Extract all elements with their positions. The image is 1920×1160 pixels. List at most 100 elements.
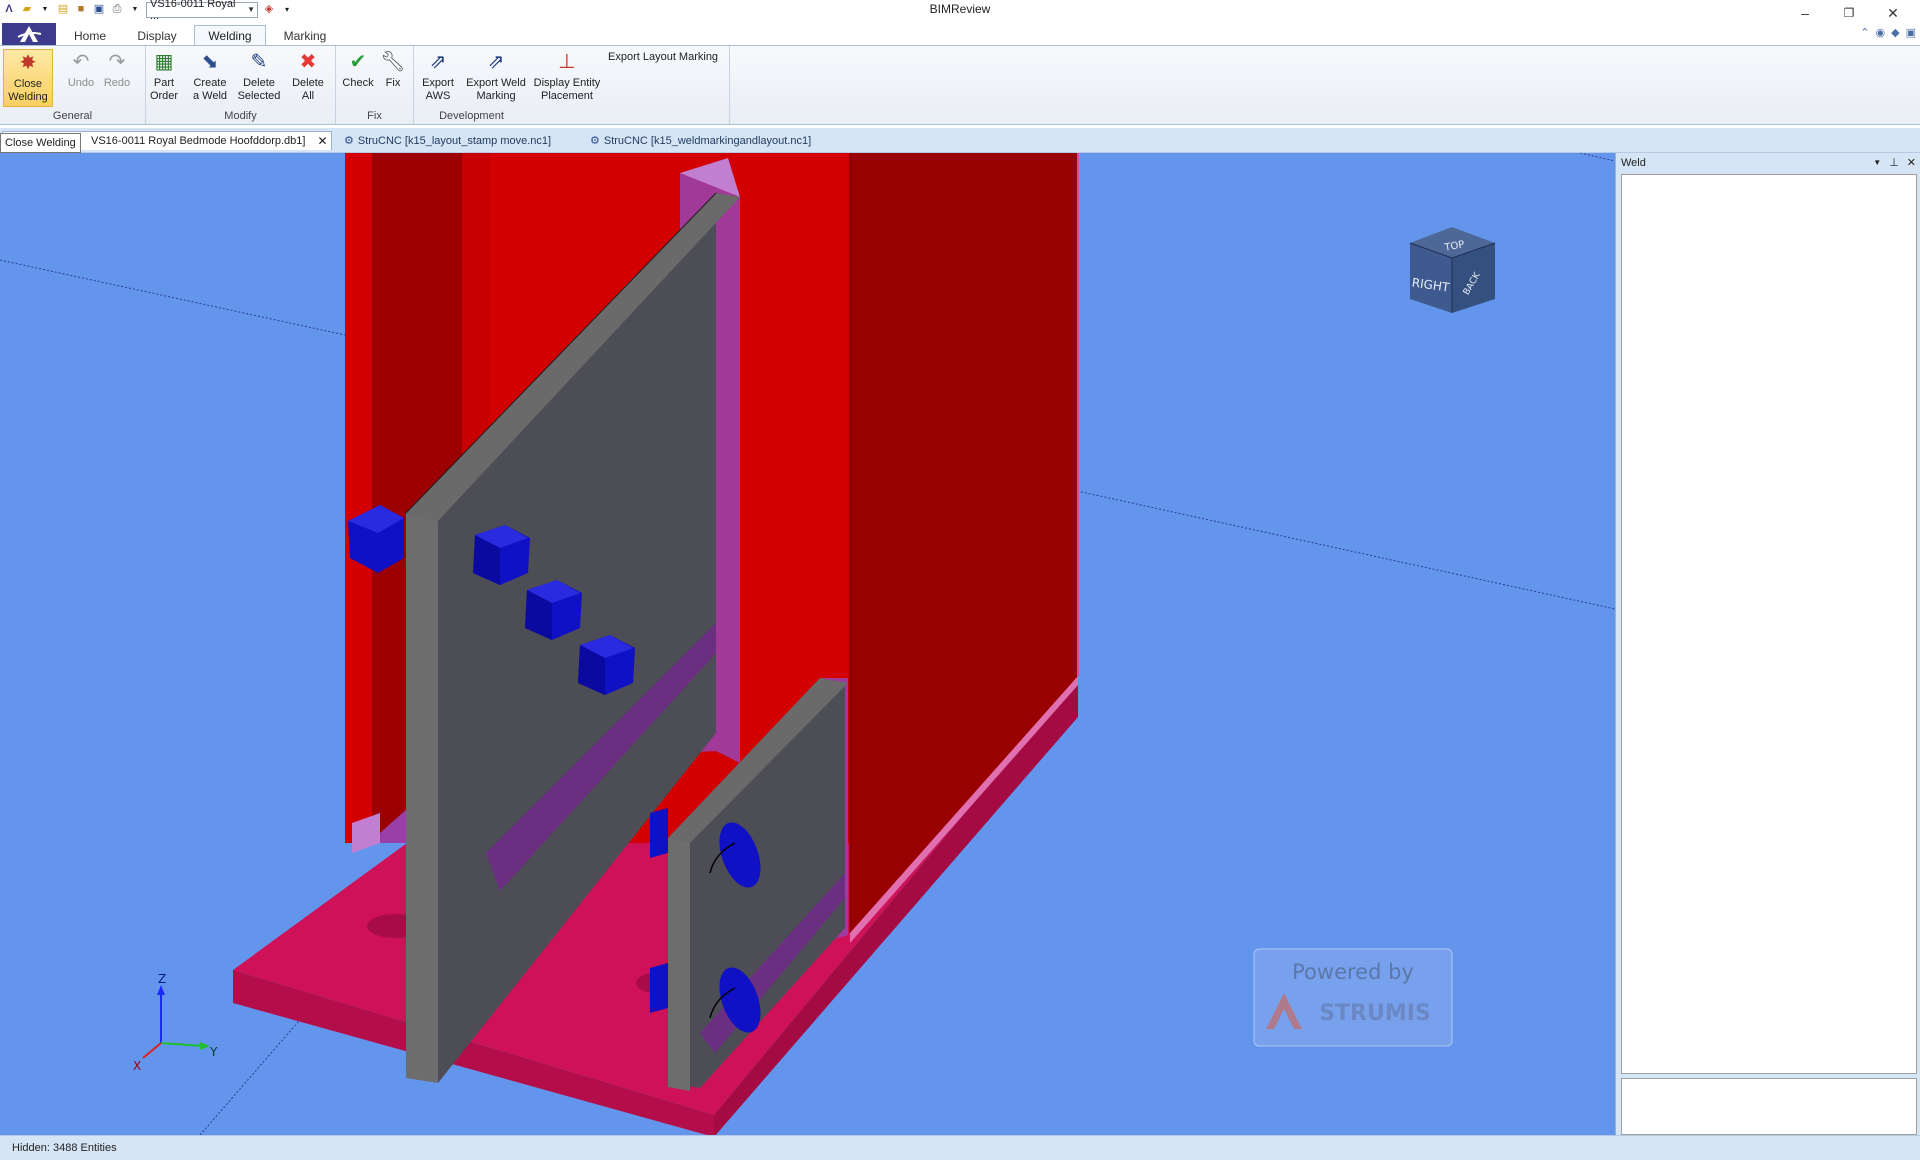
axis-z-label: Z (158, 972, 166, 986)
create-weld-icon: ⬊ (201, 50, 219, 73)
export-weld-marking-label: Export Weld Marking (466, 77, 526, 102)
redo-button[interactable]: ↷ Redo (100, 49, 134, 107)
weld-list[interactable] (1621, 174, 1917, 1074)
status-hidden-entities: Hidden: 3488 Entities (12, 1142, 117, 1154)
create-weld-label: Create a Weld (192, 77, 228, 102)
eraser-icon: ✎ (250, 50, 268, 73)
undo-button[interactable]: ↶ Undo (64, 49, 98, 107)
dropdown-arrow-icon[interactable]: ▼ (38, 3, 52, 17)
export-aws-icon: ⇗ (429, 50, 447, 73)
export-weld-marking-button[interactable]: ⇗ Export Weld Marking (462, 49, 530, 107)
weld-properties[interactable] (1621, 1078, 1917, 1135)
ribbon-group-general: ✸ Close Welding ↶ Undo ↷ Redo General (0, 46, 146, 124)
ribbon-group-label: Modify (224, 110, 257, 122)
export-layout-marking-button[interactable]: Export Layout Marking (608, 51, 718, 63)
part-order-label: Part Order (149, 77, 179, 102)
tab-marking[interactable]: Marking (274, 25, 336, 46)
document-select-value: VS16-0011 Royal ... (150, 0, 236, 22)
undo-label: Undo (67, 77, 95, 89)
axis-x-label: X (133, 1059, 141, 1073)
undo-icon: ↶ (72, 50, 90, 73)
ribbon-group-development: ⇗ Export AWS ⇗ Export Weld Marking ⊥ Dis… (414, 46, 730, 124)
delete-all-label: Delete All (292, 77, 324, 102)
settings-icon[interactable]: ◆ (1891, 26, 1899, 39)
display-entity-placement-label: Display Entity Placement (533, 77, 601, 102)
doc-tab-weldmarking[interactable]: ⚙ StruCNC [k15_weldmarkingandlayout.nc1] (586, 131, 846, 150)
tab-home[interactable]: Home (66, 25, 114, 46)
tooltip: Close Welding (0, 133, 81, 153)
status-bar: Hidden: 3488 Entities (0, 1135, 1920, 1160)
dropdown-arrow-icon[interactable]: ▼ (128, 3, 142, 17)
close-icon[interactable]: ✕ (1907, 156, 1916, 169)
tab-display[interactable]: Display (126, 25, 188, 46)
tab-welding[interactable]: Welding (194, 25, 266, 46)
pin-icon[interactable]: ⊥ (1889, 156, 1899, 169)
delete-selected-label: Delete Selected (237, 77, 281, 102)
reference-line (1579, 153, 1615, 162)
new-document-icon[interactable]: ▤ (56, 3, 70, 17)
save-icon[interactable]: ▣ (92, 3, 106, 17)
check-label: Check (342, 77, 374, 89)
close-welding-button[interactable]: ✸ Close Welding (3, 49, 53, 107)
axis-triad: Z Y X (133, 972, 218, 1073)
wrench-icon: 🔧︎ (380, 50, 406, 73)
ribbon-group-label: Development (439, 110, 504, 122)
model-tool-icon[interactable]: ◈ (262, 3, 276, 17)
fix-button[interactable]: 🔧︎ Fix (378, 49, 408, 107)
ribbon-group-modify: ▦ Part Order ⬊ Create a Weld ✎ Delete Se… (146, 46, 336, 124)
ribbon: ✸ Close Welding ↶ Undo ↷ Redo General ▦ … (0, 45, 1920, 125)
redo-label: Redo (103, 77, 131, 89)
close-welding-label: Close Welding (8, 78, 48, 103)
doc-tab-label: StruCNC [k15_weldmarkingandlayout.nc1] (603, 134, 812, 147)
package-icon[interactable]: ■ (74, 3, 88, 17)
display-entity-placement-button[interactable]: ⊥ Display Entity Placement (532, 49, 602, 107)
open-folder-icon[interactable]: ▰ (20, 3, 34, 17)
ribbon-group-label: General (52, 110, 93, 122)
close-tab-icon[interactable]: ✕ (317, 134, 327, 148)
app-logo-icon (17, 26, 42, 42)
check-button[interactable]: ✔ Check (340, 49, 376, 107)
collapse-ribbon-icon[interactable]: ⌃ (1860, 26, 1869, 39)
create-weld-button[interactable]: ⬊ Create a Weld (190, 49, 230, 107)
export-weld-marking-icon: ⇗ (487, 50, 505, 73)
application-menu-button[interactable] (2, 23, 56, 45)
customize-qat-icon[interactable]: ▾ (280, 3, 294, 17)
part-order-button[interactable]: ▦ Part Order (146, 49, 182, 107)
quick-access-toolbar: Λ ▰ ▼ ▤ ■ ▣ ⎙ ▼ VS16-0011 Royal ... ▼ ◈ … (0, 0, 294, 22)
doc-tab-layout-stamp[interactable]: ⚙ StruCNC [k15_layout_stamp move.nc1] (340, 131, 580, 150)
panel-menu-icon[interactable]: ▼ (1873, 158, 1881, 167)
print-icon[interactable]: ⎙ (110, 3, 124, 17)
delete-all-button[interactable]: ✖ Delete All (288, 49, 328, 107)
panel-controls: ▼ ⊥ ✕ (1873, 153, 1916, 172)
monitor-icon[interactable]: ▣ (1906, 26, 1916, 39)
strucnc-icon: ⚙ (590, 135, 600, 147)
model-scene[interactable]: TOP RIGHT BACK Z Y X Powered by STRUMIS (0, 153, 1615, 1135)
weld-panel: Weld ▼ ⊥ ✕ (1615, 153, 1920, 1135)
close-welding-icon: ✸ (19, 51, 37, 74)
document-tab-bar: VS16-0011 Royal Bedmode Hoofddorp.db1] ✕… (0, 128, 1920, 153)
export-aws-button[interactable]: ⇗ Export AWS (418, 49, 458, 107)
axis-y-label: Y (209, 1045, 218, 1059)
help-icons: ⌃ ◉ ◆ ▣ (1860, 26, 1916, 39)
document-select[interactable]: VS16-0011 Royal ... ▼ (146, 0, 258, 22)
reference-line (994, 472, 1615, 610)
part-order-icon: ▦ (154, 50, 174, 73)
strucnc-icon: ⚙ (344, 135, 354, 147)
watermark-line1: Powered by (1292, 960, 1414, 984)
fix-label: Fix (385, 77, 401, 89)
3d-viewport[interactable]: TOP RIGHT BACK Z Y X Powered by STRUMIS (0, 153, 1615, 1135)
delete-selected-button[interactable]: ✎ Delete Selected (236, 49, 282, 107)
help-icon[interactable]: ◉ (1876, 26, 1886, 39)
export-aws-label: Export AWS (422, 77, 454, 102)
axis-placement-icon: ⊥ (558, 50, 576, 73)
bolt[interactable] (650, 808, 668, 858)
title-bar: Λ ▰ ▼ ▤ ■ ▣ ⎙ ▼ VS16-0011 Royal ... ▼ ◈ … (0, 0, 1920, 22)
ribbon-tab-row: Home Display Welding Marking (0, 22, 1920, 46)
weld-panel-title: Weld (1621, 156, 1646, 169)
bolt[interactable] (650, 963, 668, 1013)
checkmark-icon: ✔ (349, 50, 367, 73)
view-cube[interactable]: TOP RIGHT BACK (1409, 227, 1496, 313)
reference-line (0, 259, 346, 336)
chevron-down-icon: ▼ (247, 5, 255, 14)
app-logo-icon: Λ (5, 3, 13, 15)
